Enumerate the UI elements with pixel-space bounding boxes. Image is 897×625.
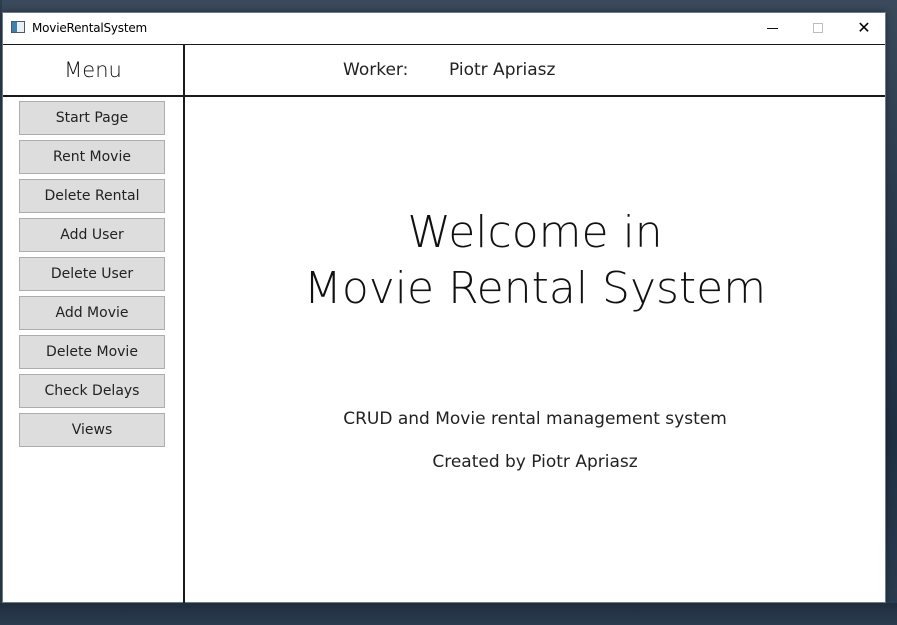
app-window: MovieRentalSystem ✕ Menu Worker: Piotr A…	[2, 12, 886, 603]
credits-text: Created by Piotr Apriasz	[432, 452, 638, 472]
delete-movie-button[interactable]: Delete Movie	[19, 335, 165, 369]
welcome-heading: Welcome in Movie Rental System	[185, 205, 885, 317]
top-bar: Worker: Piotr Apriasz	[185, 45, 885, 97]
menu-header: Menu	[3, 45, 185, 97]
app-icon	[11, 21, 25, 33]
window-title: MovieRentalSystem	[32, 21, 148, 35]
minimize-button[interactable]	[749, 13, 795, 43]
welcome-line-1: Welcome in	[407, 207, 663, 258]
add-user-button[interactable]: Add User	[19, 218, 165, 252]
delete-rental-button[interactable]: Delete Rental	[19, 179, 165, 213]
delete-user-button[interactable]: Delete User	[19, 257, 165, 291]
main-content: Welcome in Movie Rental System CRUD and …	[185, 97, 885, 603]
rent-movie-button[interactable]: Rent Movie	[19, 140, 165, 174]
title-bar[interactable]: MovieRentalSystem ✕	[3, 13, 885, 44]
welcome-line-2: Movie Rental System	[303, 263, 767, 314]
views-button[interactable]: Views	[19, 413, 165, 447]
check-delays-button[interactable]: Check Delays	[19, 374, 165, 408]
worker-name: Piotr Apriasz	[449, 60, 556, 80]
close-button[interactable]: ✕	[841, 13, 887, 43]
minimize-icon	[766, 27, 778, 29]
sidebar-menu: Start Page Rent Movie Delete Rental Add …	[3, 97, 185, 603]
start-page-button[interactable]: Start Page	[19, 101, 165, 135]
maximize-button[interactable]	[795, 13, 841, 43]
desktop-background-bottom	[0, 603, 897, 625]
maximize-icon	[813, 23, 823, 33]
subtitle-text: CRUD and Movie rental management system	[343, 409, 727, 429]
client-area: Menu Worker: Piotr Apriasz Start Page Re…	[3, 44, 885, 603]
worker-label: Worker:	[343, 60, 409, 80]
add-movie-button[interactable]: Add Movie	[19, 296, 165, 330]
close-icon: ✕	[857, 18, 871, 37]
